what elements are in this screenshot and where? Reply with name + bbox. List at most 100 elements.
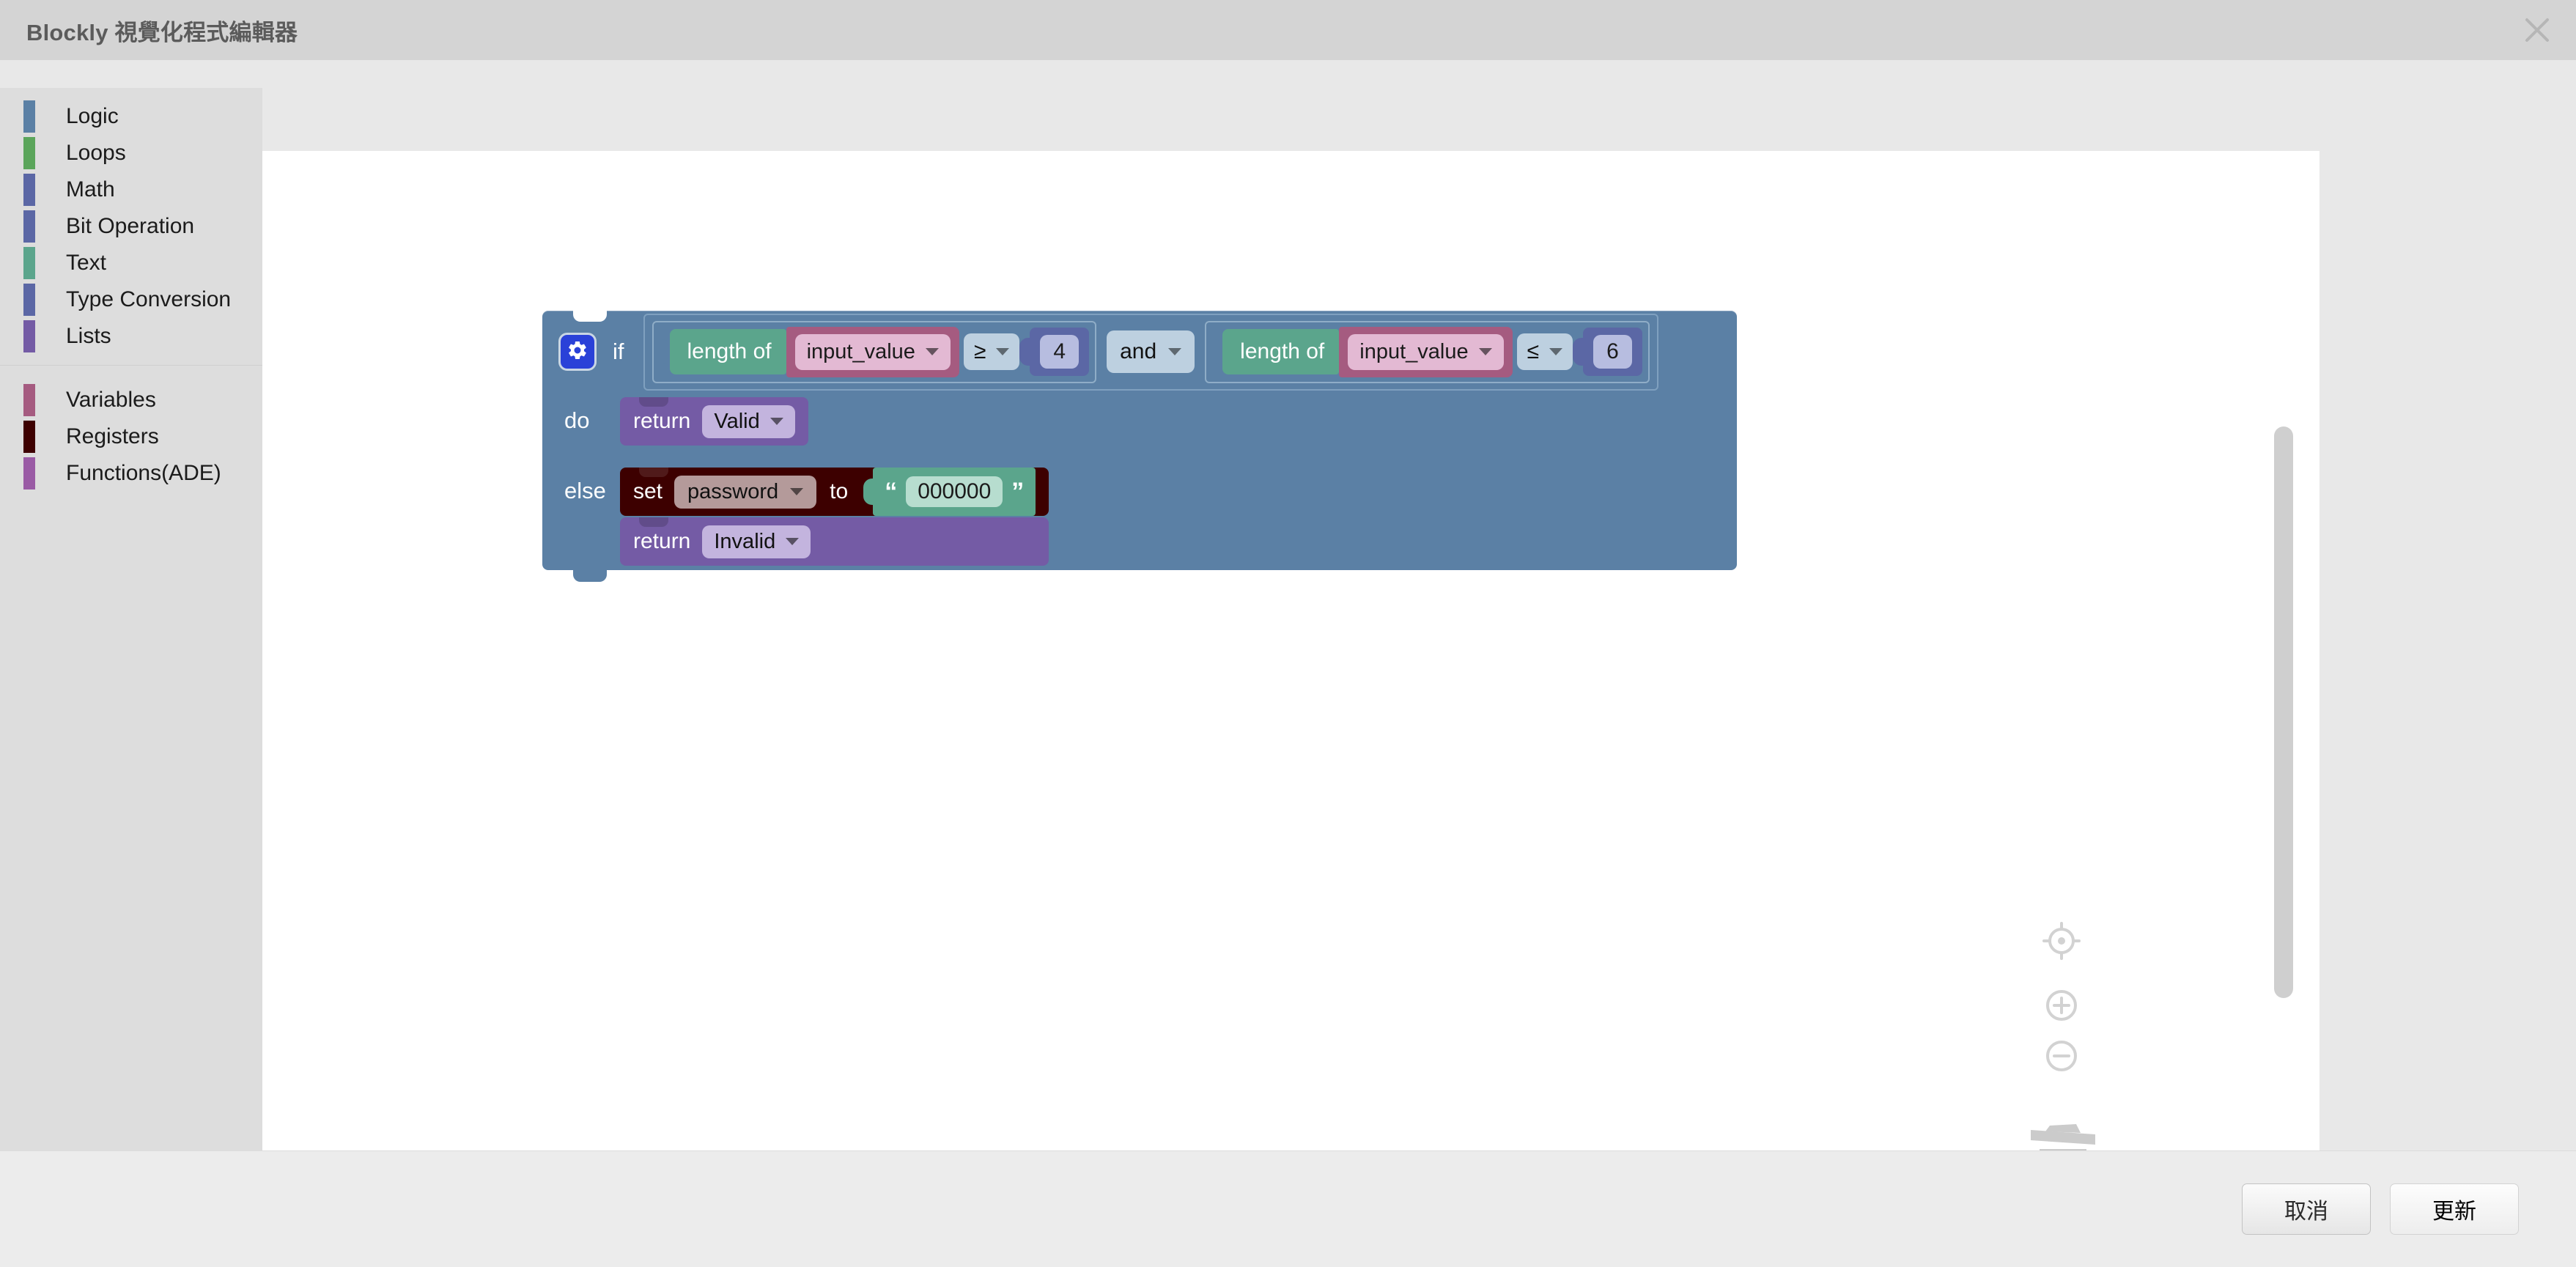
variable-dropdown-right[interactable]: input_value <box>1348 333 1504 370</box>
toolbox-group-primary: Logic Loops Math Bit Operation Text Type… <box>0 88 262 355</box>
close-button[interactable] <box>2514 7 2560 53</box>
operator-dropdown-left[interactable]: ≥ <box>963 333 1020 370</box>
sidebar-item-label: Variables <box>66 388 156 412</box>
block-notch <box>639 468 668 477</box>
blockly-workspace[interactable]: if length of input_value ≥ 4 and length … <box>262 151 2319 1208</box>
set-keyword: set <box>633 479 663 503</box>
category-color-swatch <box>23 100 35 133</box>
length-of-block-right[interactable]: length of <box>1222 329 1340 374</box>
toolbox-group-secondary: Variables Registers Functions(ADE) <box>0 365 262 492</box>
length-of-label: length of <box>1240 339 1325 363</box>
logic-operator-label: and <box>1120 339 1157 363</box>
sidebar-item-logic[interactable]: Logic <box>0 98 262 135</box>
update-button[interactable]: 更新 <box>2390 1183 2519 1235</box>
string-value-field[interactable]: 000000 <box>906 476 1003 507</box>
logic-operation-dropdown[interactable]: and <box>1107 330 1195 373</box>
else-statement-stack[interactable]: set password to “ 000000 ” return Invali… <box>620 468 1049 570</box>
category-color-swatch <box>23 284 35 316</box>
toolbox-sidebar: Logic Loops Math Bit Operation Text Type… <box>0 88 262 1150</box>
operator-symbol: ≤ <box>1527 339 1540 363</box>
category-color-swatch <box>23 320 35 352</box>
sidebar-item-bit-operation[interactable]: Bit Operation <box>0 208 262 245</box>
sidebar-item-text[interactable]: Text <box>0 245 262 281</box>
set-register-block[interactable]: set password to “ 000000 ” <box>620 468 1049 516</box>
sidebar-item-type-conversion[interactable]: Type Conversion <box>0 281 262 318</box>
variable-block-left[interactable]: input_value <box>786 326 959 377</box>
title-bar: Blockly 視覺化程式編輯器 <box>0 0 2576 60</box>
variable-dropdown-left[interactable]: input_value <box>794 333 951 370</box>
return-value-dropdown[interactable]: Valid <box>702 405 795 438</box>
sidebar-item-label: Math <box>66 177 115 202</box>
category-color-swatch <box>23 384 35 416</box>
chevron-down-icon <box>1478 348 1492 355</box>
operator-dropdown-right[interactable]: ≤ <box>1516 333 1573 370</box>
chevron-down-icon <box>786 538 800 545</box>
sidebar-item-variables[interactable]: Variables <box>0 382 262 418</box>
to-keyword: to <box>830 479 849 503</box>
category-color-swatch <box>23 457 35 490</box>
block-stack-root: if length of input_value ≥ 4 and length … <box>542 310 1737 582</box>
cancel-button[interactable]: 取消 <box>2242 1183 2371 1235</box>
sidebar-item-label: Type Conversion <box>66 287 232 311</box>
category-color-swatch <box>23 174 35 206</box>
comparison-block-left[interactable]: length of input_value ≥ 4 <box>652 320 1097 383</box>
sidebar-item-label: Bit Operation <box>66 214 195 238</box>
return-keyword: return <box>633 409 691 433</box>
editor-body: Logic Loops Math Bit Operation Text Type… <box>0 60 2576 1208</box>
open-quote-icon: “ <box>885 478 898 506</box>
length-of-block-left[interactable]: length of <box>669 329 786 374</box>
number-field-left[interactable]: 4 <box>1040 335 1080 369</box>
category-color-swatch <box>23 247 35 279</box>
close-icon <box>2525 18 2550 43</box>
do-statement-stack[interactable]: return Valid <box>620 397 808 450</box>
return-invalid-block[interactable]: return Invalid <box>620 517 1049 566</box>
else-label: else <box>564 478 606 503</box>
input-connector <box>659 339 670 364</box>
zoom-in-button[interactable] <box>2041 985 2082 1026</box>
sidebar-item-registers[interactable]: Registers <box>0 418 262 455</box>
variable-name: input_value <box>1359 339 1469 363</box>
return-value: Valid <box>714 409 760 433</box>
register-dropdown[interactable]: password <box>674 475 817 509</box>
sidebar-item-label: Loops <box>66 141 126 165</box>
block-notch <box>639 517 668 527</box>
operator-symbol: ≥ <box>973 339 986 363</box>
comparison-block-right[interactable]: length of input_value ≤ 6 <box>1205 320 1650 383</box>
chevron-down-icon <box>1168 348 1182 355</box>
category-color-swatch <box>23 421 35 453</box>
block-notch <box>639 397 668 407</box>
sidebar-item-math[interactable]: Math <box>0 171 262 208</box>
sidebar-item-label: Lists <box>66 324 111 348</box>
return-value-dropdown[interactable]: Invalid <box>702 525 811 558</box>
window-title: Blockly 視覺化程式編輯器 <box>26 19 298 45</box>
sidebar-item-loops[interactable]: Loops <box>0 135 262 171</box>
block-bottom-tab <box>573 569 607 582</box>
category-color-swatch <box>23 210 35 243</box>
center-workspace-button[interactable] <box>2041 920 2082 961</box>
mutator-gear-button[interactable] <box>558 333 597 371</box>
sidebar-item-label: Text <box>66 251 107 275</box>
zoom-out-button[interactable] <box>2041 1035 2082 1076</box>
variable-name: input_value <box>806 339 915 363</box>
vertical-scrollbar[interactable] <box>2274 426 2293 998</box>
input-connector <box>1212 339 1223 364</box>
if-keyword: if <box>613 339 624 364</box>
if-condition-socket[interactable]: length of input_value ≥ 4 and length of … <box>643 313 1658 391</box>
chevron-down-icon <box>925 348 939 355</box>
if-condition-row: if length of input_value ≥ 4 and length … <box>542 311 1737 393</box>
sidebar-item-lists[interactable]: Lists <box>0 318 262 355</box>
do-branch-row: do return Valid <box>542 397 1737 450</box>
return-value: Invalid <box>714 529 776 553</box>
gear-icon <box>567 339 588 365</box>
category-color-swatch <box>23 137 35 169</box>
number-block-right[interactable]: 6 <box>1583 328 1642 376</box>
variable-block-right[interactable]: input_value <box>1339 326 1513 377</box>
sidebar-item-functions[interactable]: Functions(ADE) <box>0 455 262 492</box>
zoom-in-icon <box>2041 985 2082 1026</box>
footer-bar: 取消 更新 <box>0 1150 2576 1267</box>
text-string-block[interactable]: “ 000000 ” <box>873 468 1036 516</box>
number-field-right[interactable]: 6 <box>1593 335 1632 369</box>
number-block-left[interactable]: 4 <box>1030 328 1090 376</box>
return-valid-block[interactable]: return Valid <box>620 397 808 446</box>
if-else-block[interactable]: if length of input_value ≥ 4 and length … <box>542 310 1737 582</box>
